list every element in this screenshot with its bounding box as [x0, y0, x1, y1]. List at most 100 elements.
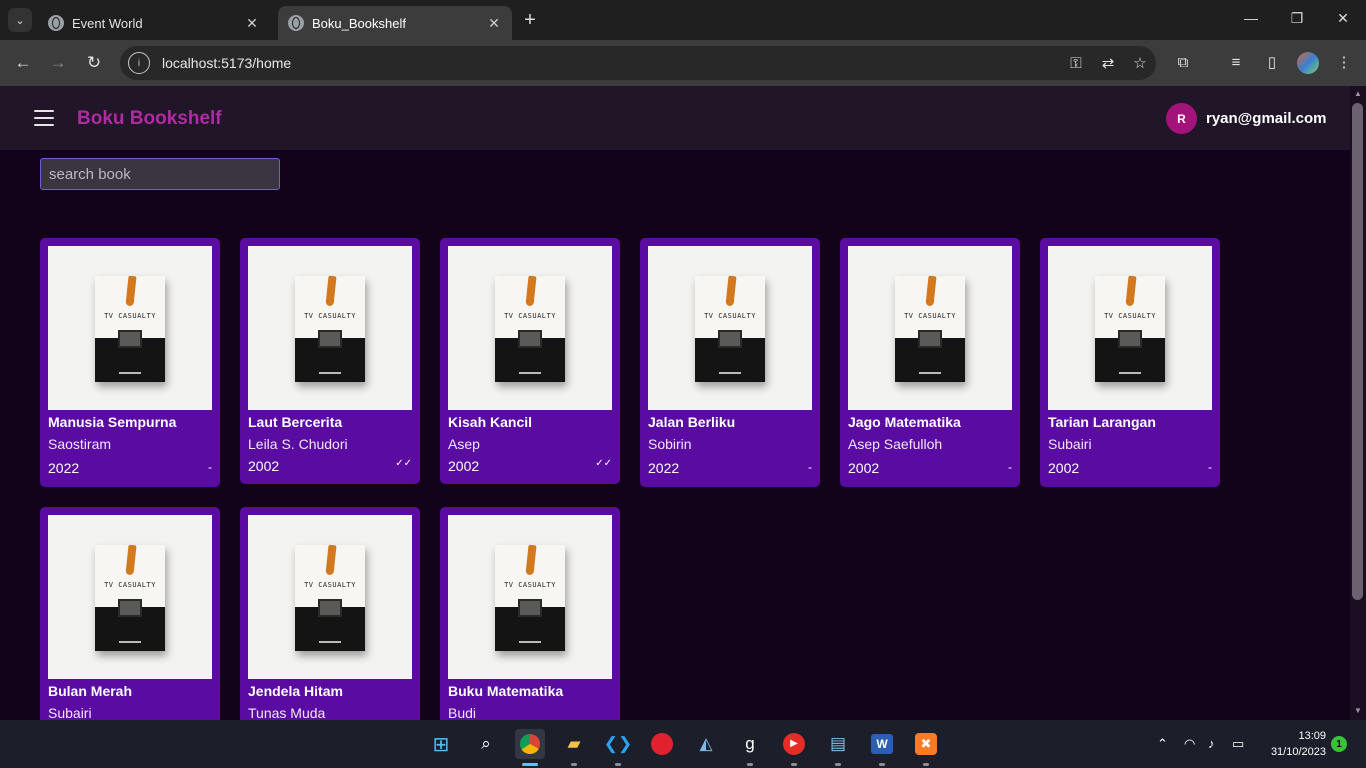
close-icon[interactable]: ✕	[486, 15, 502, 32]
tv-icon	[1118, 330, 1142, 348]
book-cover-image: TV CASUALTY	[95, 544, 165, 651]
wifi-icon[interactable]: ◠	[1184, 736, 1195, 752]
address-bar[interactable]: i localhost:5173/home ⚿ ⇄ ☆	[120, 46, 1156, 80]
system-clock[interactable]: 13:09 31/10/2023	[1262, 728, 1326, 760]
clock-date: 31/10/2023	[1270, 746, 1326, 758]
book-status[interactable]: -	[1008, 460, 1012, 474]
double-check-icon[interactable]: ✓✓	[395, 458, 412, 469]
book-card[interactable]: TV CASUALTY Buku Matematika Budi	[440, 507, 620, 720]
new-tab-button[interactable]: +	[520, 10, 540, 30]
tab-title: Event World	[72, 15, 143, 31]
search-icon[interactable]: ⌕	[471, 729, 501, 759]
double-check-icon[interactable]: ✓✓	[595, 458, 612, 469]
book-card[interactable]: TV CASUALTY Jalan Berliku Sobirin 2022 -	[640, 238, 820, 487]
book-author: Asep	[448, 436, 480, 452]
book-card[interactable]: TV CASUALTY Jago Matematika Asep Saefull…	[840, 238, 1020, 487]
minimize-button[interactable]: —	[1240, 10, 1262, 30]
book-cover: TV CASUALTY	[648, 246, 812, 410]
scroll-down-arrow-icon[interactable]: ▼	[1352, 706, 1364, 715]
youtube-music-icon[interactable]: ▶	[779, 729, 809, 759]
book-cover-image: TV CASUALTY	[495, 275, 565, 382]
tv-icon	[118, 599, 142, 617]
book-title: Laut Bercerita	[248, 414, 343, 430]
star-icon[interactable]: ☆	[1124, 54, 1156, 72]
site-info-icon[interactable]: i	[128, 52, 150, 74]
running-indicator	[615, 763, 621, 766]
book-year: 2002	[448, 458, 480, 474]
kebab-menu-icon[interactable]: ⋮	[1333, 52, 1355, 74]
tv-icon	[518, 330, 542, 348]
translate-icon[interactable]: ⇄	[1092, 54, 1124, 72]
book-title: Jalan Berliku	[648, 414, 736, 430]
battery-icon[interactable]: ▭	[1232, 736, 1244, 752]
book-card[interactable]: TV CASUALTY Manusia Sempurna Saostiram 2…	[40, 238, 220, 487]
tab-event-world[interactable]: Event World ✕	[38, 6, 270, 40]
windows-start-icon[interactable]: ⊞	[426, 729, 456, 759]
chevron-up-icon[interactable]: ⌃	[1157, 736, 1168, 752]
reload-icon[interactable]: ↻	[83, 52, 105, 74]
book-cover-image: TV CASUALTY	[1095, 275, 1165, 382]
window-close-button[interactable]: ✕	[1332, 10, 1354, 30]
side-panel-icon[interactable]: ▯	[1261, 52, 1283, 74]
book-title: Kisah Kancil	[448, 414, 533, 430]
cover-title: TV CASUALTY	[304, 312, 356, 320]
book-card[interactable]: TV CASUALTY Laut Bercerita Leila S. Chud…	[240, 238, 420, 484]
book-author: Sobirin	[648, 436, 692, 452]
tab-title: Boku_Bookshelf	[312, 15, 406, 31]
volume-icon[interactable]: ♪	[1208, 736, 1215, 751]
notepad-icon[interactable]: ▤	[823, 729, 853, 759]
book-title: Jago Matematika	[848, 414, 961, 430]
notification-badge[interactable]: 1	[1331, 736, 1347, 752]
close-icon[interactable]: ✕	[244, 15, 260, 32]
vscode-icon[interactable]: ❮❯	[603, 729, 633, 759]
word-icon[interactable]: W	[867, 729, 897, 759]
xampp-icon[interactable]: ✖	[911, 729, 941, 759]
book-status[interactable]: -	[808, 460, 812, 474]
url-text[interactable]: localhost:5173/home	[162, 55, 1060, 71]
book-status[interactable]: -	[208, 460, 212, 474]
scroll-up-arrow-icon[interactable]: ▲	[1352, 89, 1364, 98]
chrome-icon[interactable]	[515, 729, 545, 759]
maximize-button[interactable]: ❐	[1286, 10, 1308, 30]
search-input[interactable]	[40, 158, 280, 190]
book-cover-image: TV CASUALTY	[295, 544, 365, 651]
tv-icon	[318, 330, 342, 348]
book-cover: TV CASUALTY	[448, 246, 612, 410]
brand-title[interactable]: Boku Bookshelf	[77, 108, 222, 130]
book-cover-image: TV CASUALTY	[295, 275, 365, 382]
running-indicator	[791, 763, 797, 766]
globe-icon	[48, 15, 64, 31]
book-year: 2022	[648, 460, 680, 476]
extensions-icon[interactable]: ⧉	[1172, 52, 1194, 74]
book-card[interactable]: TV CASUALTY Kisah Kancil Asep 2002 ✓✓	[440, 238, 620, 484]
profile-avatar-icon[interactable]	[1297, 52, 1319, 74]
book-title: Tarian Larangan	[1048, 414, 1156, 430]
book-status[interactable]: -	[1208, 460, 1212, 474]
cover-title: TV CASUALTY	[1104, 312, 1156, 320]
globe-icon	[288, 15, 304, 31]
book-year: 2022	[48, 460, 80, 476]
tab-boku-bookshelf[interactable]: Boku_Bookshelf ✕	[278, 6, 512, 40]
running-indicator	[571, 763, 577, 766]
back-arrow-icon[interactable]: ←	[12, 52, 34, 74]
book-title: Bulan Merah	[48, 683, 133, 699]
book-cover-image: TV CASUALTY	[695, 275, 765, 382]
user-email[interactable]: ryan@gmail.com	[1206, 110, 1327, 127]
app-red-icon[interactable]	[647, 729, 677, 759]
app-g-icon[interactable]: g	[735, 729, 765, 759]
media-queue-icon[interactable]: ≡	[1225, 52, 1247, 74]
file-explorer-icon[interactable]: ▰	[559, 729, 589, 759]
resource-monitor-icon[interactable]: ◭	[691, 729, 721, 759]
book-card[interactable]: TV CASUALTY Bulan Merah Subairi	[40, 507, 220, 720]
user-avatar[interactable]: R	[1166, 103, 1197, 134]
running-indicator	[747, 763, 753, 766]
active-indicator	[522, 763, 538, 766]
book-card[interactable]: TV CASUALTY Jendela Hitam Tunas Muda	[240, 507, 420, 720]
tab-search-button[interactable]: ⌄	[8, 8, 32, 32]
book-cover: TV CASUALTY	[248, 515, 412, 679]
forward-arrow-icon[interactable]: →	[47, 52, 69, 74]
key-icon[interactable]: ⚿	[1060, 55, 1092, 72]
scrollbar-thumb[interactable]	[1352, 103, 1363, 600]
hamburger-menu-icon[interactable]	[34, 110, 54, 126]
book-card[interactable]: TV CASUALTY Tarian Larangan Subairi 2002…	[1040, 238, 1220, 487]
